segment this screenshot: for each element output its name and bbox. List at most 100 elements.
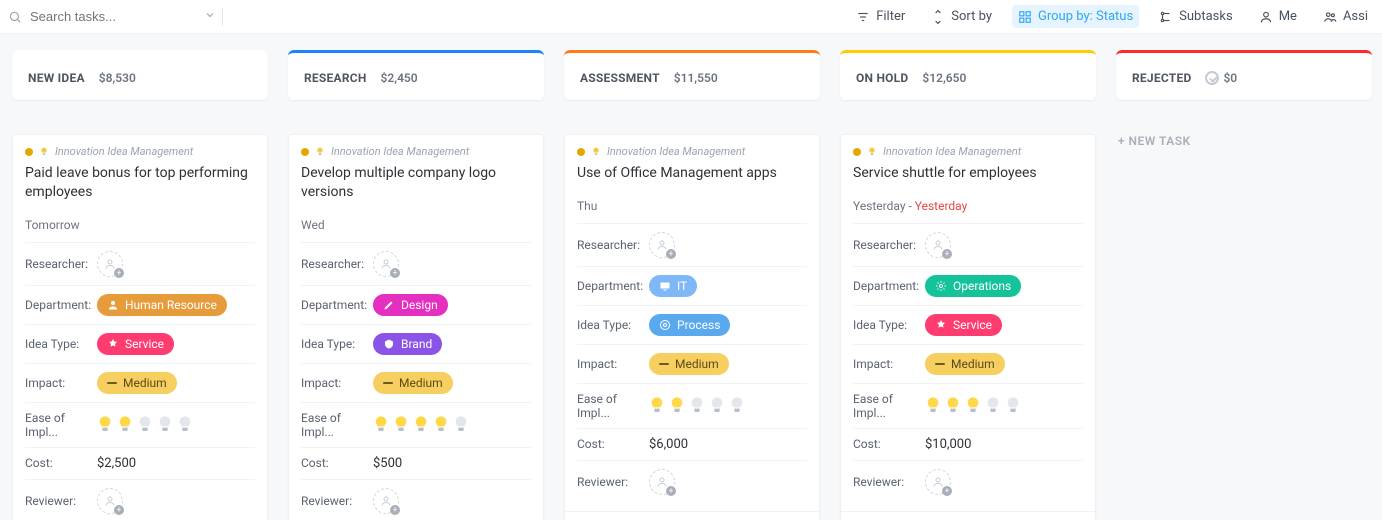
ease-rating[interactable]	[649, 396, 745, 416]
card-date[interactable]: Thu	[577, 199, 807, 213]
task-card[interactable]: Innovation Idea Management Use of Office…	[564, 134, 820, 520]
department-badge[interactable]: Operations	[925, 275, 1021, 297]
card-title: Develop multiple company logo versions	[301, 164, 531, 202]
ease-rating[interactable]	[373, 415, 469, 435]
column-amount: $11,550	[674, 71, 718, 85]
column-title: RESEARCH	[304, 71, 367, 85]
add-user-icon[interactable]: +	[649, 232, 675, 258]
column-rejected: REJECTED $0 + NEW TASK	[1116, 50, 1372, 520]
ease-rating[interactable]	[97, 415, 193, 435]
column-header[interactable]: ASSESSMENT $11,550	[564, 50, 820, 100]
sort-button[interactable]: Sort by	[925, 5, 998, 28]
person-icon	[1259, 10, 1273, 24]
add-subtask-button[interactable]: + ADD SUBTASK	[565, 511, 819, 520]
card-breadcrumb[interactable]: Innovation Idea Management	[25, 145, 255, 158]
sort-label: Sort by	[951, 9, 992, 24]
impact-badge[interactable]: Medium	[373, 372, 453, 394]
sort-icon	[931, 10, 945, 24]
label-ease: Ease of Impl...	[577, 392, 649, 420]
idea-type-badge[interactable]: Process	[649, 314, 730, 336]
column-header[interactable]: NEW IDEA $8,530	[12, 50, 268, 100]
chevron-down-icon[interactable]	[204, 9, 216, 25]
toolbar: Filter Sort by Group by: Status Subtasks…	[850, 5, 1374, 28]
label-department: Department:	[301, 298, 373, 312]
column-title: NEW IDEA	[28, 71, 85, 85]
add-subtask-button[interactable]: + ADD SUBTASK	[841, 511, 1095, 520]
add-user-icon[interactable]: +	[97, 488, 123, 514]
task-card[interactable]: Innovation Idea Management Develop multi…	[288, 134, 544, 520]
divider	[222, 8, 223, 26]
cost-value: $500	[373, 456, 402, 471]
label-reviewer: Reviewer:	[301, 494, 373, 508]
filter-label: Filter	[876, 9, 905, 24]
task-card[interactable]: Innovation Idea Management Service shutt…	[840, 134, 1096, 520]
add-user-icon[interactable]: +	[925, 232, 951, 258]
idea-type-badge[interactable]: Service	[97, 333, 174, 355]
filter-icon	[856, 10, 870, 24]
label-impact: Impact:	[577, 357, 649, 371]
column-amount: $12,650	[922, 71, 966, 85]
project-name: Innovation Idea Management	[883, 145, 1021, 158]
bulb-icon	[591, 147, 601, 157]
cost-value: $2,500	[97, 456, 136, 471]
cost-value: $10,000	[925, 437, 971, 452]
add-user-icon[interactable]: +	[925, 469, 951, 495]
assignees-button[interactable]: Assi	[1317, 5, 1374, 28]
card-breadcrumb[interactable]: Innovation Idea Management	[853, 145, 1083, 158]
search-container	[8, 8, 223, 26]
department-badge[interactable]: IT	[649, 275, 697, 297]
label-impact: Impact:	[301, 376, 373, 390]
label-researcher: Researcher:	[577, 238, 649, 252]
idea-type-badge[interactable]: Brand	[373, 333, 442, 355]
subtasks-label: Subtasks	[1179, 9, 1233, 24]
label-idea-type: Idea Type:	[577, 318, 649, 332]
label-ease: Ease of Impl...	[301, 411, 373, 439]
label-department: Department:	[25, 298, 97, 312]
card-title: Use of Office Management apps	[577, 164, 807, 183]
project-name: Innovation Idea Management	[607, 145, 745, 158]
me-button[interactable]: Me	[1253, 5, 1303, 28]
card-date[interactable]: Tomorrow	[25, 218, 255, 232]
ease-rating[interactable]	[925, 396, 1021, 416]
label-ease: Ease of Impl...	[853, 392, 925, 420]
add-user-icon[interactable]: +	[373, 251, 399, 277]
group-by-button[interactable]: Group by: Status	[1012, 5, 1139, 28]
column-amount: $8,530	[99, 71, 136, 85]
card-date[interactable]: Yesterday - Yesterday	[853, 199, 1083, 213]
assi-label: Assi	[1343, 9, 1368, 24]
card-breadcrumb[interactable]: Innovation Idea Management	[577, 145, 807, 158]
card-title: Paid leave bonus for top performing empl…	[25, 164, 255, 202]
project-name: Innovation Idea Management	[331, 145, 469, 158]
label-department: Department:	[577, 279, 649, 293]
add-user-icon[interactable]: +	[649, 469, 675, 495]
label-idea-type: Idea Type:	[301, 337, 373, 351]
column-header[interactable]: REJECTED $0	[1116, 50, 1372, 100]
subtasks-button[interactable]: Subtasks	[1153, 5, 1239, 28]
department-badge[interactable]: Human Resource	[97, 294, 227, 316]
column-header[interactable]: RESEARCH $2,450	[288, 50, 544, 100]
check-circle-icon	[1205, 71, 1219, 85]
label-ease: Ease of Impl...	[25, 411, 97, 439]
idea-type-badge[interactable]: Service	[925, 314, 1002, 336]
label-idea-type: Idea Type:	[853, 318, 925, 332]
column-title: ASSESSMENT	[580, 71, 660, 85]
impact-badge[interactable]: Medium	[97, 372, 177, 394]
label-reviewer: Reviewer:	[25, 494, 97, 508]
new-task-button[interactable]: + NEW TASK	[1116, 134, 1372, 148]
label-department: Department:	[853, 279, 925, 293]
add-user-icon[interactable]: +	[97, 251, 123, 277]
search-icon	[8, 10, 22, 24]
column-header[interactable]: ON HOLD $12,650	[840, 50, 1096, 100]
card-date[interactable]: Wed	[301, 218, 531, 232]
department-badge[interactable]: Design	[373, 294, 448, 316]
status-dot-icon	[577, 148, 585, 156]
task-card[interactable]: Innovation Idea Management Paid leave bo…	[12, 134, 268, 520]
filter-button[interactable]: Filter	[850, 5, 911, 28]
impact-badge[interactable]: Medium	[925, 353, 1005, 375]
add-user-icon[interactable]: +	[373, 488, 399, 514]
search-input[interactable]	[28, 8, 188, 25]
column-title: REJECTED	[1132, 71, 1191, 85]
impact-badge[interactable]: Medium	[649, 353, 729, 375]
card-breadcrumb[interactable]: Innovation Idea Management	[301, 145, 531, 158]
column-amount: $0	[1223, 71, 1237, 85]
